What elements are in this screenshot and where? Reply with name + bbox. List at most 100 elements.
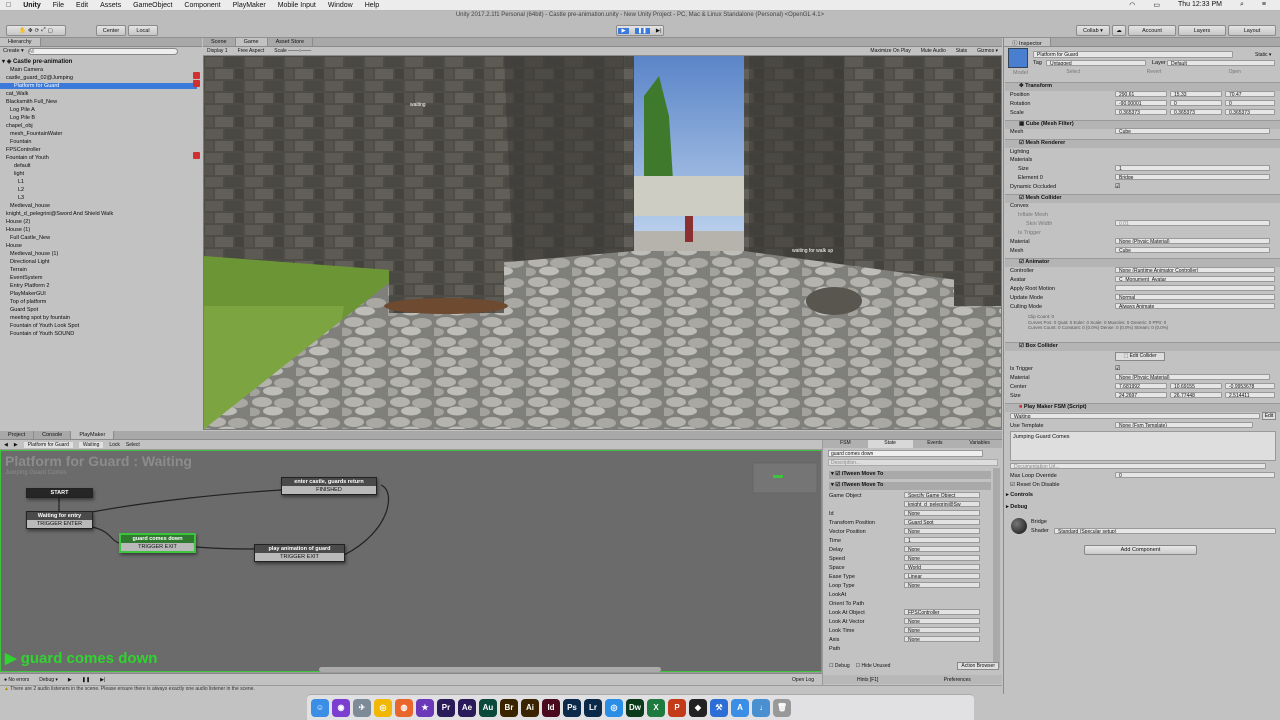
model-revert-button[interactable]: Revert: [1114, 69, 1195, 76]
create-dropdown[interactable]: Create ▾: [3, 48, 24, 56]
collab-button[interactable]: Collab ▾: [1076, 25, 1110, 36]
state-enter-castle[interactable]: enter castle, guards return FINISHED: [281, 477, 377, 495]
layer-dropdown[interactable]: Default: [1167, 60, 1275, 66]
search-icon[interactable]: ⌕: [1234, 1, 1250, 9]
trash-icon[interactable]: 🗑: [773, 698, 791, 717]
tab-project[interactable]: Project: [0, 431, 35, 439]
debug-dropdown[interactable]: Debug ▾: [39, 677, 58, 683]
animator-field[interactable]: Always Animate: [1115, 303, 1275, 309]
tab-asset-store[interactable]: Asset Store: [268, 38, 314, 46]
animator-field[interactable]: None (Runtime Animator Controller): [1115, 267, 1275, 273]
menu-edit[interactable]: Edit: [70, 2, 94, 9]
controls-foldout[interactable]: ▸ Controls: [1006, 492, 1033, 498]
action-param-field[interactable]: FPSController: [904, 609, 980, 615]
action-param-field[interactable]: Guard Spot: [904, 519, 980, 525]
position-x-field[interactable]: 290.61: [1115, 91, 1167, 97]
inspector-scrollbar[interactable]: [993, 468, 1000, 668]
model-open-button[interactable]: Open: [1194, 69, 1275, 76]
audition-icon[interactable]: Au: [479, 698, 497, 717]
hierarchy-item[interactable]: light: [14, 171, 24, 177]
mesh-collider-mesh-field[interactable]: Cube: [1115, 247, 1270, 253]
hierarchy-item[interactable]: Platform for Guard: [0, 83, 197, 89]
fsm-name-field[interactable]: Waiting: [1010, 413, 1260, 419]
box-collider-header[interactable]: ☑ Box Collider: [1005, 342, 1280, 351]
state-play-animation[interactable]: play animation of guard TRIGGER EXIT: [254, 544, 345, 562]
hierarchy-item[interactable]: Directional Light: [10, 259, 49, 265]
action-param-field[interactable]: None: [904, 555, 980, 561]
fsm-name-dropdown[interactable]: Waiting: [78, 441, 104, 448]
menu-file[interactable]: File: [47, 2, 70, 9]
hierarchy-item[interactable]: Main Camera: [10, 67, 43, 73]
skin-width-field[interactable]: 0.01: [1115, 220, 1270, 226]
firefox-icon[interactable]: ◍: [395, 698, 413, 717]
action-param-field[interactable]: None: [904, 510, 980, 516]
hierarchy-item[interactable]: FPSController: [6, 147, 41, 153]
lighting-foldout[interactable]: Lighting: [1010, 149, 1029, 155]
menu-gameobject[interactable]: GameObject: [127, 2, 178, 9]
tab-scene[interactable]: Scene: [203, 38, 236, 46]
scale-tool-icon[interactable]: ⤢: [41, 27, 45, 34]
mesh-collider-header[interactable]: ☑ Mesh Collider: [1005, 194, 1280, 203]
hierarchy-item[interactable]: Medieval_house: [10, 203, 50, 209]
unity-icon[interactable]: ◆: [689, 698, 707, 717]
hierarchy-item[interactable]: default: [14, 163, 31, 169]
center-z-field[interactable]: -0.9953678: [1225, 383, 1275, 389]
hierarchy-search-input[interactable]: [27, 48, 178, 55]
animator-field[interactable]: [1115, 285, 1275, 291]
premiere-icon[interactable]: Pr: [437, 698, 455, 717]
photoshop-icon[interactable]: Ps: [563, 698, 581, 717]
hierarchy-item[interactable]: Medieval_house (1): [10, 251, 58, 257]
excel-icon[interactable]: X: [647, 698, 665, 717]
pause-button[interactable]: ❚❚: [634, 27, 650, 34]
wifi-icon[interactable]: ◠: [1123, 1, 1141, 9]
hierarchy-item[interactable]: meeting spot by fountain: [10, 315, 70, 321]
action-param-field[interactable]: World: [904, 564, 980, 570]
animator-field[interactable]: C_Monument_Avatar: [1115, 276, 1275, 282]
menu-window[interactable]: Window: [322, 2, 359, 9]
tab-game[interactable]: Game: [235, 38, 268, 46]
center-x-field[interactable]: 7.681992: [1115, 383, 1167, 389]
scale-x-field[interactable]: 0.365373: [1115, 109, 1167, 115]
hints-button[interactable]: Hints [F1]: [823, 677, 913, 683]
maximize-on-play-toggle[interactable]: Maximize On Play: [870, 48, 910, 54]
state-name-field[interactable]: guard comes down: [828, 450, 983, 457]
forward-arrow-icon[interactable]: ▶: [14, 442, 18, 448]
rotation-y-field[interactable]: 0: [1170, 100, 1222, 106]
hierarchy-item[interactable]: EventSystem: [10, 275, 42, 281]
tag-dropdown[interactable]: Untagged: [1046, 60, 1146, 66]
max-loop-field[interactable]: 0: [1115, 472, 1275, 478]
display-dropdown[interactable]: Display 1: [207, 48, 228, 54]
preferences-button[interactable]: Preferences: [913, 677, 1003, 683]
scene-root[interactable]: ▾ ◈ Castle pre-animation: [2, 58, 72, 65]
status-bar[interactable]: ▲ There are 2 audio listeners in the sce…: [0, 686, 1002, 694]
rotate-tool-icon[interactable]: ⟳: [35, 28, 40, 34]
appstore-icon[interactable]: A: [731, 698, 749, 717]
hierarchy-item[interactable]: Fountain of Youth: [6, 155, 49, 161]
lightroom-icon[interactable]: Lr: [584, 698, 602, 717]
materials-foldout[interactable]: Materials: [1010, 157, 1032, 163]
tab-console[interactable]: Console: [34, 431, 72, 439]
start-node[interactable]: START: [26, 488, 93, 498]
hierarchy-item[interactable]: Fountain of Youth SOUND: [10, 331, 74, 337]
size-y-field[interactable]: 26.77448: [1170, 392, 1222, 398]
hierarchy-item[interactable]: House: [6, 243, 22, 249]
model-select-button[interactable]: Select: [1033, 69, 1114, 76]
hierarchy-item[interactable]: mesh_FountainWater: [10, 131, 62, 137]
bridge-icon[interactable]: Br: [500, 698, 518, 717]
hierarchy-item[interactable]: cat_Walk: [6, 91, 28, 97]
hierarchy-item[interactable]: Log Pile B: [10, 115, 35, 121]
reset-on-disable-checkbox[interactable]: ☑ Reset On Disable: [1010, 482, 1060, 488]
menu-help[interactable]: Help: [359, 2, 385, 9]
play-button[interactable]: ▶: [618, 27, 629, 34]
hierarchy-item[interactable]: House (2): [6, 219, 30, 225]
scale-y-field[interactable]: 0.365373: [1170, 109, 1222, 115]
state-waiting-for-entry[interactable]: Waiting for entry TRIGGER ENTER: [26, 511, 93, 529]
hierarchy-item[interactable]: Terrain: [10, 267, 27, 273]
state-guard-comes-down[interactable]: guard comes down TRIGGER EXIT: [119, 533, 196, 553]
mute-audio-toggle[interactable]: Mute Audio: [921, 48, 946, 54]
game-view-render[interactable]: waiting waiting for walk up: [204, 56, 1001, 429]
select-button[interactable]: Select: [126, 442, 140, 448]
downloads-icon[interactable]: ↓: [752, 698, 770, 717]
hierarchy-item[interactable]: Fountain: [10, 139, 31, 145]
menu-component[interactable]: Component: [178, 2, 226, 9]
